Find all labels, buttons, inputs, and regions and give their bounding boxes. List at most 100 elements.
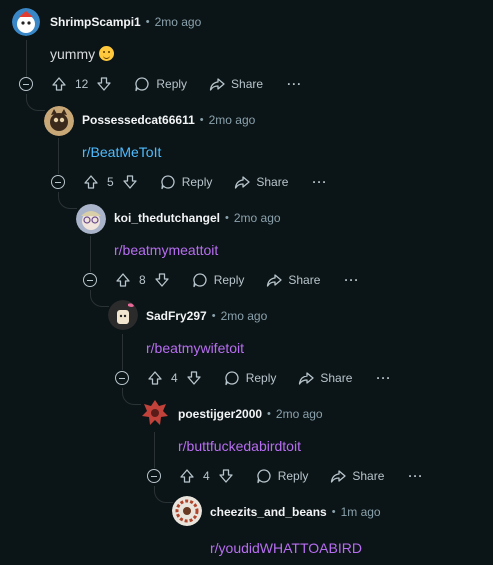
- action-bar: 4 Reply Share ···: [147, 464, 423, 488]
- timestamp[interactable]: 2mo ago: [234, 211, 281, 225]
- comment-thread: ShrimpScampi1 • 2mo ago yummy 12 Reply S…: [0, 0, 493, 565]
- vote-controls: 4: [147, 370, 202, 386]
- downvote-icon[interactable]: [218, 468, 234, 484]
- username[interactable]: ShrimpScampi1: [50, 15, 141, 29]
- thread-line[interactable]: [90, 236, 91, 272]
- action-bar: 5 Reply Share ···: [51, 170, 327, 194]
- username[interactable]: Possessedcat66611: [82, 113, 195, 127]
- separator-dot: •: [199, 114, 204, 126]
- comment-bubble-icon: [161, 175, 175, 190]
- share-button[interactable]: Share: [330, 468, 384, 484]
- collapse-thread-button[interactable]: [147, 469, 161, 483]
- avatar[interactable]: [44, 106, 74, 136]
- comment-meta: poestijger2000 • 2mo ago: [178, 404, 323, 424]
- share-label: Share: [288, 273, 321, 287]
- reply-button[interactable]: Reply: [224, 370, 276, 386]
- vote-score: 12: [75, 77, 89, 91]
- username[interactable]: poestijger2000: [178, 407, 262, 421]
- username[interactable]: SadFry297: [146, 309, 207, 323]
- comment-bubble-icon: [135, 77, 149, 92]
- thread-connector: [90, 290, 109, 307]
- comment-bubble-icon: [225, 371, 239, 386]
- cheezits-avatar-icon: [172, 496, 202, 526]
- vote-score: 4: [171, 371, 178, 385]
- vote-controls: 4: [179, 468, 234, 484]
- avatar[interactable]: [12, 8, 40, 36]
- username[interactable]: koi_thedutchangel: [114, 211, 220, 225]
- subreddit-link[interactable]: r/beatmywifetoit: [146, 340, 244, 356]
- timestamp[interactable]: 1m ago: [341, 505, 381, 519]
- share-arrow-icon: [299, 372, 315, 385]
- reply-button[interactable]: Reply: [256, 468, 308, 484]
- upvote-icon[interactable]: [179, 468, 195, 484]
- downvote-icon[interactable]: [122, 174, 138, 190]
- thread-connector: [122, 388, 141, 405]
- avatar[interactable]: [76, 204, 106, 234]
- thread-line[interactable]: [154, 432, 155, 468]
- share-button[interactable]: Share: [234, 174, 288, 190]
- more-options-button[interactable]: ···: [312, 175, 327, 189]
- vote-score: 8: [139, 273, 146, 287]
- share-label: Share: [352, 469, 385, 483]
- vote-score: 4: [203, 469, 210, 483]
- comment-meta: koi_thedutchangel • 2mo ago: [114, 208, 281, 228]
- collapse-thread-button[interactable]: [19, 77, 33, 91]
- timestamp[interactable]: 2mo ago: [276, 407, 323, 421]
- downvote-icon[interactable]: [154, 272, 170, 288]
- share-button[interactable]: Share: [298, 370, 352, 386]
- avatar[interactable]: [140, 398, 170, 428]
- reply-label: Reply: [213, 273, 245, 287]
- thread-line[interactable]: [58, 138, 59, 174]
- vote-controls: 5: [83, 174, 138, 190]
- downvote-icon[interactable]: [96, 76, 112, 92]
- reply-label: Reply: [156, 77, 188, 91]
- downvote-icon[interactable]: [186, 370, 202, 386]
- avatar[interactable]: [108, 300, 138, 330]
- action-bar: 4 Reply Share ···: [115, 366, 391, 390]
- comment-meta: Possessedcat66611 • 2mo ago: [82, 110, 255, 130]
- separator-dot: •: [145, 16, 150, 28]
- share-arrow-icon: [235, 176, 251, 189]
- reply-button[interactable]: Reply: [192, 272, 245, 288]
- subreddit-link[interactable]: r/buttfuckedabirdtoit: [178, 438, 301, 454]
- reply-button[interactable]: Reply: [134, 76, 187, 92]
- collapse-thread-button[interactable]: [83, 273, 97, 287]
- shrimp-avatar-icon: [12, 8, 40, 36]
- separator-dot: •: [211, 310, 216, 322]
- thread-connector: [154, 486, 173, 503]
- share-button[interactable]: Share: [209, 76, 263, 92]
- share-label: Share: [231, 77, 264, 91]
- comment-body: yummy: [50, 46, 115, 62]
- reply-label: Reply: [181, 175, 213, 189]
- reply-button[interactable]: Reply: [160, 174, 213, 190]
- avatar[interactable]: [172, 496, 202, 526]
- upvote-icon[interactable]: [115, 272, 131, 288]
- share-arrow-icon: [331, 470, 347, 483]
- more-options-button[interactable]: ···: [287, 77, 302, 91]
- share-button[interactable]: Share: [266, 272, 320, 288]
- username[interactable]: cheezits_and_beans: [210, 505, 327, 519]
- comment-meta: cheezits_and_beans • 1m ago: [210, 502, 381, 522]
- upvote-icon[interactable]: [147, 370, 163, 386]
- more-options-button[interactable]: ···: [408, 469, 423, 483]
- timestamp[interactable]: 2mo ago: [155, 15, 202, 29]
- subreddit-link[interactable]: r/BeatMeToIt: [82, 144, 161, 160]
- timestamp[interactable]: 2mo ago: [209, 113, 256, 127]
- separator-dot: •: [267, 408, 271, 420]
- subreddit-link[interactable]: r/beatmymeattoit: [114, 242, 218, 258]
- cat-avatar-icon: [44, 106, 74, 136]
- share-arrow-icon: [209, 78, 225, 91]
- more-options-button[interactable]: ···: [376, 371, 391, 385]
- share-arrow-icon: [267, 274, 283, 287]
- action-bar: 8 Reply Share ···: [83, 268, 359, 292]
- collapse-thread-button[interactable]: [115, 371, 129, 385]
- collapse-thread-button[interactable]: [51, 175, 65, 189]
- upvote-icon[interactable]: [51, 76, 67, 92]
- comment-bubble-icon: [257, 469, 271, 484]
- upvote-icon[interactable]: [83, 174, 99, 190]
- more-options-button[interactable]: ···: [344, 273, 359, 287]
- demogorgon-avatar-icon: [142, 400, 168, 425]
- subreddit-link[interactable]: r/youdidWHATTOABIRD: [210, 540, 362, 556]
- thread-line[interactable]: [122, 334, 123, 370]
- timestamp[interactable]: 2mo ago: [221, 309, 268, 323]
